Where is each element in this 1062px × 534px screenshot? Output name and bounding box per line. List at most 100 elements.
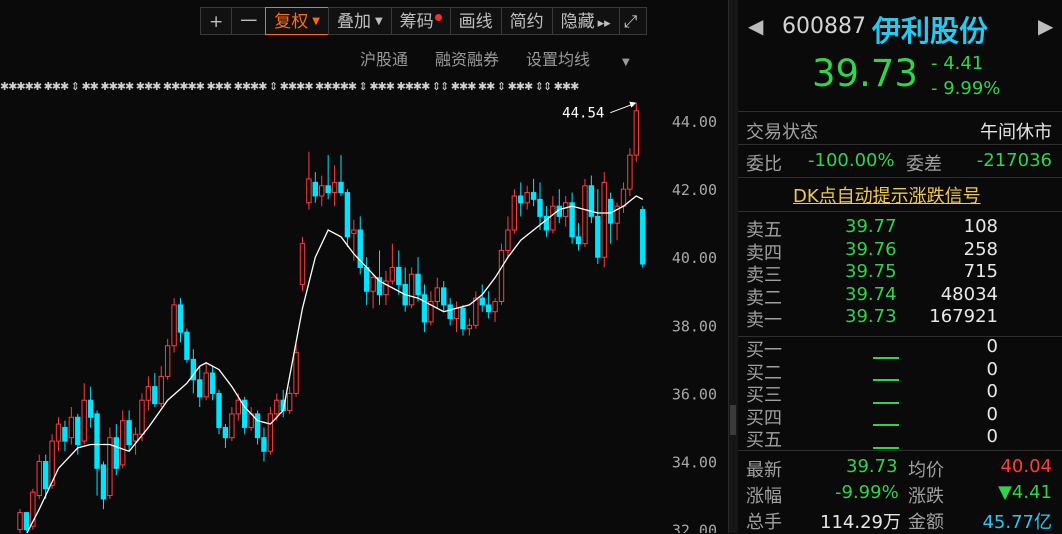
candle-up — [620, 188, 627, 207]
fuquan-button[interactable]: 复权 ▼ — [265, 7, 329, 35]
ask-volume: 48034 — [940, 283, 998, 305]
candle-up — [235, 399, 241, 415]
candle-up — [107, 437, 113, 497]
prev-stock-icon[interactable]: ◀ — [748, 14, 763, 38]
candle-down — [537, 198, 543, 217]
volume-label: 总手 — [746, 512, 782, 533]
candle-down — [441, 287, 447, 306]
bid-price-empty — [873, 415, 899, 434]
stock-name: 伊利股份 — [872, 14, 989, 48]
divider — [738, 111, 1062, 112]
stock-code: 600887 — [782, 14, 866, 39]
candle-up — [498, 249, 505, 302]
candle-down — [23, 512, 30, 531]
candle-up — [492, 301, 498, 313]
candle-up — [286, 392, 293, 411]
candle-down — [94, 413, 100, 469]
ask-price: 39.74 — [845, 283, 897, 305]
latest-label: 最新 — [746, 460, 782, 481]
candle-down — [254, 413, 261, 439]
ask-volume: 715 — [963, 261, 998, 282]
candlestick-chart[interactable]: 44.00 42.00 40.00 38.00 36.00 34.00 32.00 44.5… — [0, 70, 728, 533]
chg-value: ▼4.41 — [998, 482, 1052, 503]
overlay-button[interactable]: 叠加 ▼ — [327, 7, 392, 35]
bid-volume: 0 — [986, 358, 998, 380]
ask-price: 39.76 — [845, 238, 897, 260]
simple-mode-button[interactable]: 简约 — [500, 7, 553, 35]
candle-down — [518, 195, 524, 204]
bid-volume: 0 — [986, 381, 998, 402]
ask-price: 39.75 — [845, 261, 897, 282]
y-tick-label: 34.00 — [672, 454, 717, 472]
divider — [738, 177, 1062, 178]
trade-status-value: 午间休市 — [980, 122, 1052, 143]
candle-down — [100, 464, 107, 500]
hide-label: 隐藏 — [560, 12, 595, 32]
volume-value: 114.29万 — [820, 512, 901, 533]
chips-button[interactable]: 筹码 — [390, 7, 451, 35]
hugutong-link[interactable]: 沪股通 — [360, 46, 408, 70]
pct-label: 涨幅 — [746, 486, 782, 507]
fuquan-label: 复权 — [274, 12, 309, 32]
candle-up — [466, 324, 473, 330]
overlay-label: 叠加 — [336, 12, 371, 32]
candle-down — [209, 372, 216, 394]
candle-up — [229, 413, 235, 439]
bid-volume: 0 — [986, 336, 998, 357]
candle-down — [421, 294, 428, 323]
candle-up — [299, 243, 306, 285]
next-stock-icon[interactable]: ◀ — [1038, 14, 1053, 38]
candle-down — [485, 304, 492, 313]
chips-label: 筹码 — [399, 12, 434, 32]
draw-line-button[interactable]: 画线 — [449, 7, 502, 35]
candle-down — [607, 198, 614, 224]
weibi-value: -100.00% — [808, 150, 895, 171]
margin-trading-link[interactable]: 融资融券 — [435, 46, 499, 70]
ask-level-label: 卖一 — [746, 310, 782, 331]
candle-up — [582, 185, 588, 245]
candle-up — [627, 154, 633, 190]
splitter-grip-icon[interactable] — [730, 405, 736, 435]
avg-label: 均价 — [908, 460, 944, 481]
candle-up — [453, 307, 460, 320]
candle-up — [293, 352, 299, 394]
candle-up — [408, 273, 415, 306]
y-tick-label: 36.00 — [672, 385, 717, 403]
candle-down — [338, 181, 344, 194]
candle-down — [222, 426, 229, 439]
candle-up — [511, 195, 518, 231]
chg-label: 涨跌 — [908, 486, 944, 507]
bid-price-empty — [873, 437, 899, 456]
candle-up — [36, 461, 42, 497]
chart-toolbar: + 一 复权 ▼ 叠加 ▼ 筹码 画线 简约 隐藏 ▸▸ ⤢ — [200, 7, 647, 37]
candle-down — [62, 426, 68, 442]
moving-average-line — [26, 195, 644, 533]
candle-down — [569, 202, 575, 238]
bid-price-empty — [873, 370, 899, 389]
quote-panel: ◀ 600887 伊利股份 ◀ 39.73 - 4.41 - 9.99% 交易状… — [738, 0, 1062, 533]
y-tick-label: 44.00 — [672, 113, 717, 131]
chevron-down-icon: ▼ — [622, 57, 630, 68]
ma-settings-dropdown[interactable]: 设置均线 ▼ — [526, 46, 657, 70]
candle-down — [415, 273, 421, 296]
high-arrow-head-icon — [629, 101, 637, 108]
candle-up — [158, 375, 164, 405]
ask-price: 39.73 — [845, 306, 897, 327]
ask-volume: 167921 — [929, 306, 998, 327]
hide-button[interactable]: 隐藏 ▸▸ — [551, 7, 620, 35]
candle-down — [530, 192, 537, 200]
candle-up — [274, 399, 280, 415]
sub-toolbar: 沪股通 融资融券 设置均线 ▼ — [360, 46, 684, 70]
candle-up — [351, 229, 357, 234]
y-tick-label: 38.00 — [672, 317, 717, 335]
amount-label: 金额 — [908, 512, 944, 533]
zoom-in-button[interactable]: + — [200, 7, 233, 35]
bid-volume: 0 — [986, 403, 998, 425]
pct-value: -9.99% — [835, 482, 899, 503]
candle-up — [132, 433, 139, 442]
candle-up — [68, 416, 75, 439]
expand-button[interactable]: ⤢ — [618, 7, 647, 35]
bid-price-empty — [873, 392, 899, 411]
dk-signal-link[interactable]: DK点自动提示涨跌信号 — [793, 182, 981, 208]
zoom-out-button[interactable]: 一 — [231, 7, 267, 35]
